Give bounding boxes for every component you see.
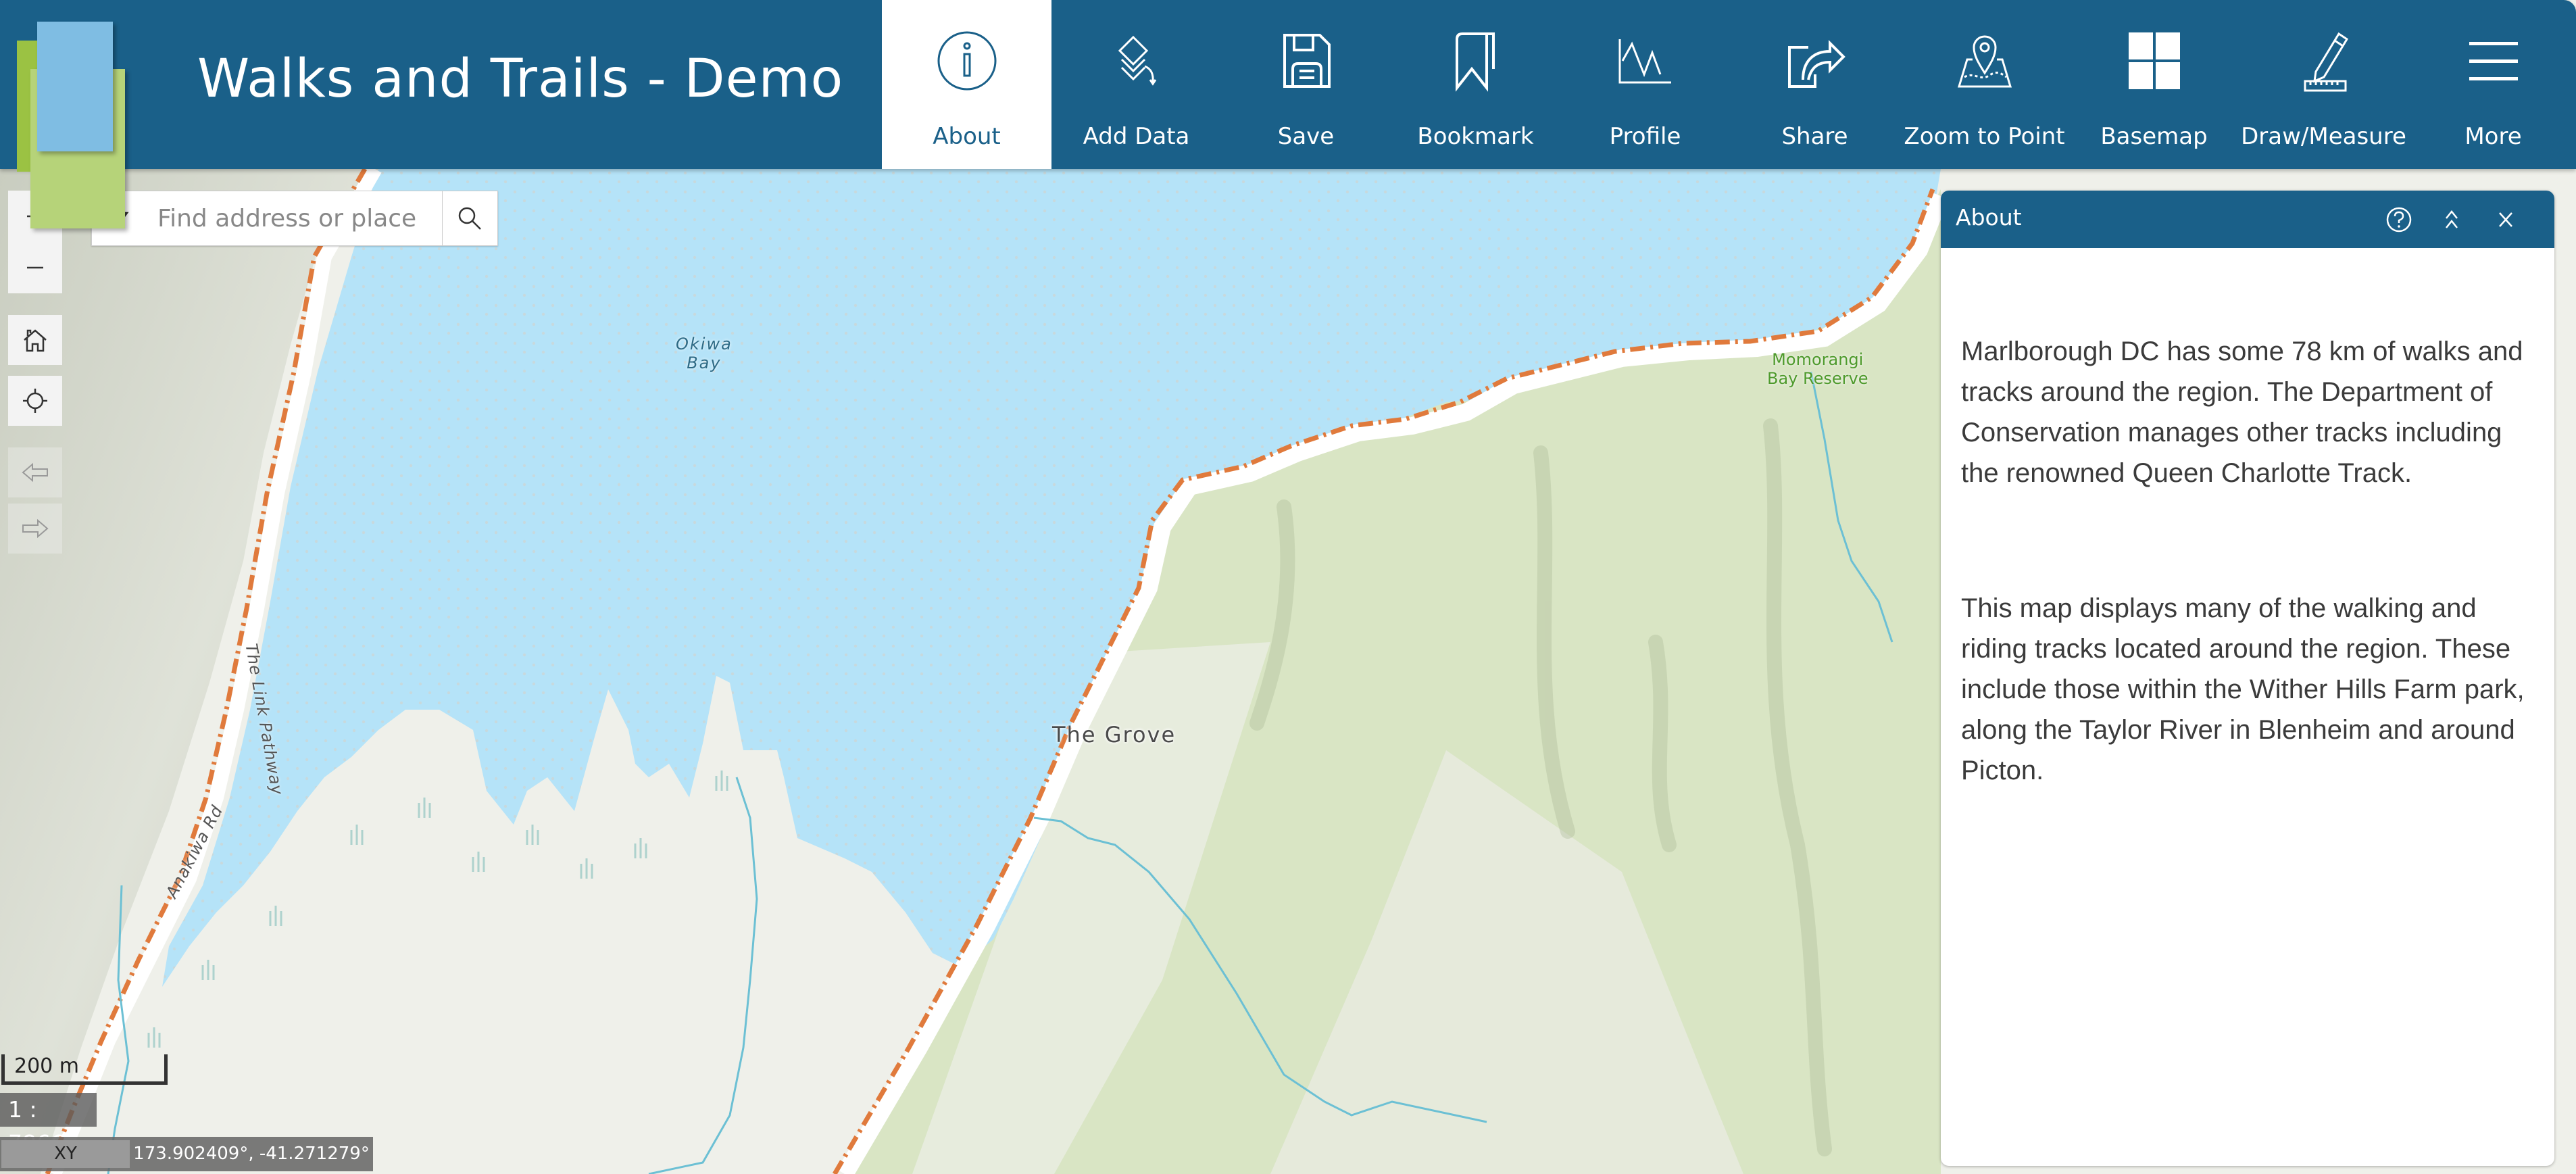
- close-icon: [2499, 212, 2512, 227]
- nav-basemap[interactable]: Basemap: [2069, 0, 2239, 169]
- nav-label: Profile: [1609, 123, 1681, 150]
- nav-save[interactable]: Save: [1221, 0, 1391, 169]
- nav-label: Save: [1277, 123, 1335, 150]
- basemap-grid-icon: [2121, 27, 2188, 95]
- map-label-line: Momorangi: [1772, 350, 1864, 369]
- map-label-the-grove: The Grove: [1052, 722, 1176, 748]
- app-logo: [17, 22, 172, 228]
- nav-label: Add Data: [1083, 123, 1190, 150]
- map-pin-icon: [1951, 27, 2018, 95]
- nav-label: Draw/Measure: [2241, 123, 2406, 150]
- coordinate-mode-button[interactable]: XY: [1, 1140, 130, 1168]
- close-button[interactable]: [2490, 204, 2521, 235]
- scale-bar: 200 m: [1, 1054, 168, 1085]
- help-button[interactable]: [2383, 204, 2414, 235]
- about-panel: About Marlborough DC has some 78 km of w…: [1941, 191, 2554, 1166]
- home-button[interactable]: [8, 315, 62, 365]
- about-paragraph: Marlborough DC has some 78 km of walks a…: [1961, 337, 2523, 488]
- save-icon: [1272, 27, 1340, 95]
- map-label-line: Okiwa: [676, 335, 733, 353]
- locate-button[interactable]: [8, 376, 62, 426]
- nav-label: Basemap: [2100, 123, 2208, 150]
- map-label-momorangi-reserve: Momorangi Bay Reserve: [1767, 350, 1868, 388]
- search-button[interactable]: [442, 191, 497, 245]
- previous-extent-button[interactable]: [8, 447, 62, 497]
- nav-about[interactable]: About: [882, 0, 1051, 169]
- add-layers-icon: [1103, 27, 1170, 95]
- panel-header: About: [1941, 191, 2554, 248]
- map-label-line: Bay Reserve: [1767, 369, 1868, 388]
- nav-draw-measure[interactable]: Draw/Measure: [2239, 0, 2408, 169]
- nav-bookmark[interactable]: Bookmark: [1391, 0, 1560, 169]
- double-chevron-up-icon: [2446, 210, 2458, 228]
- coordinate-widget: XY 173.902409°, -41.271279°: [0, 1137, 373, 1171]
- search-icon: [458, 207, 481, 230]
- app-header: Walks and Trails - Demo About Add Data S…: [0, 0, 2576, 228]
- nav-label: More: [2464, 123, 2522, 150]
- scale-ratio: 1 : 7866: [0, 1093, 97, 1156]
- search-widget: [91, 191, 524, 246]
- minus-icon: [27, 266, 43, 269]
- home-icon: [24, 329, 47, 352]
- bookmark-icon: [1442, 27, 1510, 95]
- nav-label: Zoom to Point: [1904, 123, 2065, 150]
- nav-label: About: [933, 123, 1001, 150]
- nav-label: Share: [1781, 123, 1848, 150]
- logo-block: [37, 22, 113, 151]
- toolbar: About Add Data Save Bookmark Profile Sha…: [882, 0, 2576, 169]
- hamburger-menu-icon: [2460, 27, 2527, 95]
- scale-bar-label: 200 m: [14, 1054, 80, 1078]
- coordinate-readout: 173.902409°, -41.271279°: [133, 1144, 370, 1164]
- nav-profile[interactable]: Profile: [1560, 0, 1730, 169]
- about-paragraph: This map displays many of the walking an…: [1961, 593, 2525, 785]
- app-title: Walks and Trails - Demo: [197, 49, 844, 109]
- elevation-profile-icon: [1612, 27, 1679, 95]
- help-icon: [2386, 207, 2412, 233]
- collapse-button[interactable]: [2436, 204, 2467, 235]
- next-extent-button[interactable]: [8, 504, 62, 554]
- info-icon: [933, 27, 1001, 95]
- locate-icon: [23, 389, 47, 413]
- nav-label: Bookmark: [1417, 123, 1534, 150]
- map-label-okiwa-bay: Okiwa Bay: [676, 335, 733, 372]
- arrow-left-icon: [22, 462, 48, 483]
- arrow-right-icon: [22, 518, 49, 539]
- panel-title: About: [1956, 204, 2022, 230]
- nav-more[interactable]: More: [2408, 0, 2576, 169]
- nav-share[interactable]: Share: [1730, 0, 1900, 169]
- nav-add-data[interactable]: Add Data: [1051, 0, 1221, 169]
- share-icon: [1781, 27, 1849, 95]
- panel-content: Marlborough DC has some 78 km of walks a…: [1941, 331, 2554, 791]
- nav-zoom-to-point[interactable]: Zoom to Point: [1900, 0, 2069, 169]
- pencil-ruler-icon: [2290, 27, 2358, 95]
- zoom-out-button[interactable]: [8, 242, 62, 293]
- map-label-line: Bay: [687, 353, 722, 372]
